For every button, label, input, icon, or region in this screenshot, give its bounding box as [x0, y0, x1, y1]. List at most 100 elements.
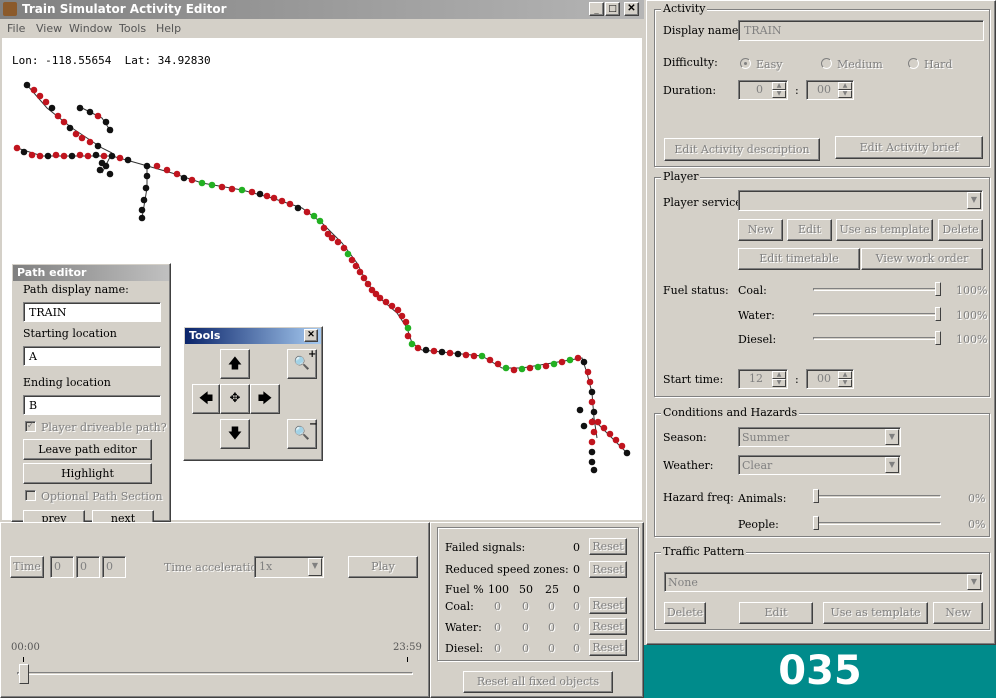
- path-node-marker: [173, 170, 181, 178]
- difficulty-easy-radio[interactable]: [740, 58, 751, 69]
- timeline-panel: Time 0 0 0 Time acceleration 1x ▼ Play 0…: [0, 522, 430, 698]
- start-minutes-spinner[interactable]: 00 ▲ ▼: [806, 369, 854, 389]
- path-node-marker: [76, 151, 84, 159]
- pan-left-button[interactable]: 🡄: [192, 384, 220, 414]
- weather-label: Weather:: [663, 459, 714, 472]
- animals-value: 0%: [968, 492, 986, 505]
- traffic-pattern-select[interactable]: None ▼: [664, 572, 983, 592]
- difficulty-medium-radio[interactable]: [821, 58, 832, 69]
- menu-help[interactable]: Help: [156, 22, 181, 35]
- view-work-order-button[interactable]: View work order: [861, 248, 983, 270]
- chevron-down-icon: ▼: [885, 457, 899, 473]
- tools-close-button[interactable]: ✕: [304, 329, 318, 342]
- time-seconds-field[interactable]: 0: [102, 556, 126, 578]
- reset-coal-button[interactable]: Reset: [589, 597, 627, 614]
- path-node-marker: [580, 358, 588, 366]
- season-select[interactable]: Summer ▼: [738, 427, 901, 447]
- start-location-input[interactable]: A: [23, 346, 161, 366]
- people-slider-track: [813, 522, 941, 525]
- path-node-marker: [430, 347, 438, 355]
- path-node-marker: [238, 186, 246, 194]
- display-name-input[interactable]: TRAIN: [738, 20, 984, 41]
- edit-activity-brief-button[interactable]: Edit Activity brief: [835, 136, 983, 159]
- water-slider-thumb[interactable]: [935, 307, 941, 321]
- player-group-title: Player: [661, 170, 701, 183]
- player-service-select[interactable]: ▼: [738, 190, 983, 211]
- animals-slider-thumb[interactable]: [813, 489, 819, 503]
- pan-down-button[interactable]: 🡇: [220, 419, 250, 449]
- path-node-marker: [588, 388, 596, 396]
- traffic-delete-button[interactable]: Delete: [664, 602, 706, 624]
- menu-window[interactable]: Window: [69, 22, 112, 35]
- edit-timetable-button[interactable]: Edit timetable: [738, 248, 860, 270]
- reset-signals-button[interactable]: Reset: [589, 538, 627, 555]
- path-name-input[interactable]: TRAIN: [23, 302, 161, 322]
- highlight-button[interactable]: Highlight: [23, 463, 152, 484]
- diesel-slider-thumb[interactable]: [935, 331, 941, 345]
- weather-select[interactable]: Clear ▼: [738, 455, 901, 475]
- time-button[interactable]: Time: [10, 556, 44, 578]
- path-node-marker: [52, 151, 60, 159]
- path-node-marker: [36, 92, 44, 100]
- player-template-button[interactable]: Use as template: [836, 219, 933, 241]
- path-node-marker: [404, 332, 412, 340]
- path-node-marker: [402, 318, 410, 326]
- path-node-marker: [143, 162, 151, 170]
- maximize-button[interactable]: □: [605, 2, 620, 16]
- close-button[interactable]: ✕: [624, 2, 639, 16]
- play-button[interactable]: Play: [348, 556, 418, 578]
- coal-slider-thumb[interactable]: [935, 282, 941, 296]
- player-delete-button[interactable]: Delete: [938, 219, 983, 241]
- tools-titlebar: Tools ✕: [185, 328, 321, 344]
- leave-path-editor-button[interactable]: Leave path editor: [23, 439, 152, 460]
- player-drivable-checkbox[interactable]: ✓: [25, 421, 36, 432]
- end-location-input[interactable]: B: [23, 395, 161, 415]
- timeline-slider-thumb[interactable]: [19, 664, 29, 684]
- start-hours-spinner[interactable]: 12 ▲ ▼: [738, 369, 788, 389]
- path-node-marker: [102, 118, 110, 126]
- tools-panel: Tools ✕ 🡅 🔍 🡄 ✥ 🡆 🡇 🔍 + −: [183, 326, 323, 461]
- minimize-button[interactable]: _: [589, 2, 604, 16]
- diesel-failure-value: 0: [494, 642, 501, 655]
- difficulty-hard-radio[interactable]: [908, 58, 919, 69]
- reset-all-fixed-objects-button[interactable]: Reset all fixed objects: [463, 671, 613, 693]
- path-node-marker: [208, 181, 216, 189]
- reset-water-button[interactable]: Reset: [589, 618, 627, 635]
- menu-tools[interactable]: Tools: [119, 22, 146, 35]
- reset-diesel-button[interactable]: Reset: [589, 639, 627, 656]
- edit-activity-description-button[interactable]: Edit Activity description: [664, 138, 820, 161]
- reset-speed-button[interactable]: Reset: [589, 561, 627, 578]
- path-node-marker: [526, 364, 534, 372]
- center-button[interactable]: ✥: [220, 384, 250, 414]
- coal-failure-value: 0: [548, 600, 555, 613]
- time-acceleration-select[interactable]: 1x ▼: [254, 556, 324, 578]
- player-edit-button[interactable]: Edit: [787, 219, 832, 241]
- pan-up-button[interactable]: 🡅: [220, 349, 250, 379]
- path-node-marker: [13, 144, 21, 152]
- optional-section-checkbox[interactable]: [25, 490, 36, 501]
- traffic-edit-button[interactable]: Edit: [739, 602, 813, 624]
- reduced-speed-label: Reduced speed zones:: [445, 563, 569, 576]
- menu-view[interactable]: View: [36, 22, 62, 35]
- traffic-template-button[interactable]: Use as template: [823, 602, 928, 624]
- chevron-down-icon: ▼: [967, 574, 981, 590]
- duration-hours-spinner[interactable]: 0 ▲ ▼: [738, 80, 788, 100]
- path-node-marker: [352, 262, 360, 270]
- path-name-label: Path display name:: [23, 283, 129, 296]
- time-hours-field[interactable]: 0: [50, 556, 74, 578]
- path-node-marker: [320, 224, 328, 232]
- path-node-marker: [340, 244, 348, 252]
- path-node-marker: [248, 188, 256, 196]
- path-node-marker: [30, 86, 38, 94]
- difficulty-easy-label: Easy: [756, 58, 783, 71]
- people-slider-thumb[interactable]: [813, 516, 819, 530]
- path-node-marker: [48, 104, 56, 112]
- traffic-new-button[interactable]: New: [933, 602, 983, 624]
- player-new-button[interactable]: New: [738, 219, 783, 241]
- path-node-marker: [94, 142, 102, 150]
- path-node-marker: [36, 152, 44, 160]
- pan-right-button[interactable]: 🡆: [250, 384, 280, 414]
- menu-file[interactable]: File: [7, 22, 25, 35]
- duration-minutes-spinner[interactable]: 00 ▲ ▼: [806, 80, 854, 100]
- time-minutes-field[interactable]: 0: [76, 556, 100, 578]
